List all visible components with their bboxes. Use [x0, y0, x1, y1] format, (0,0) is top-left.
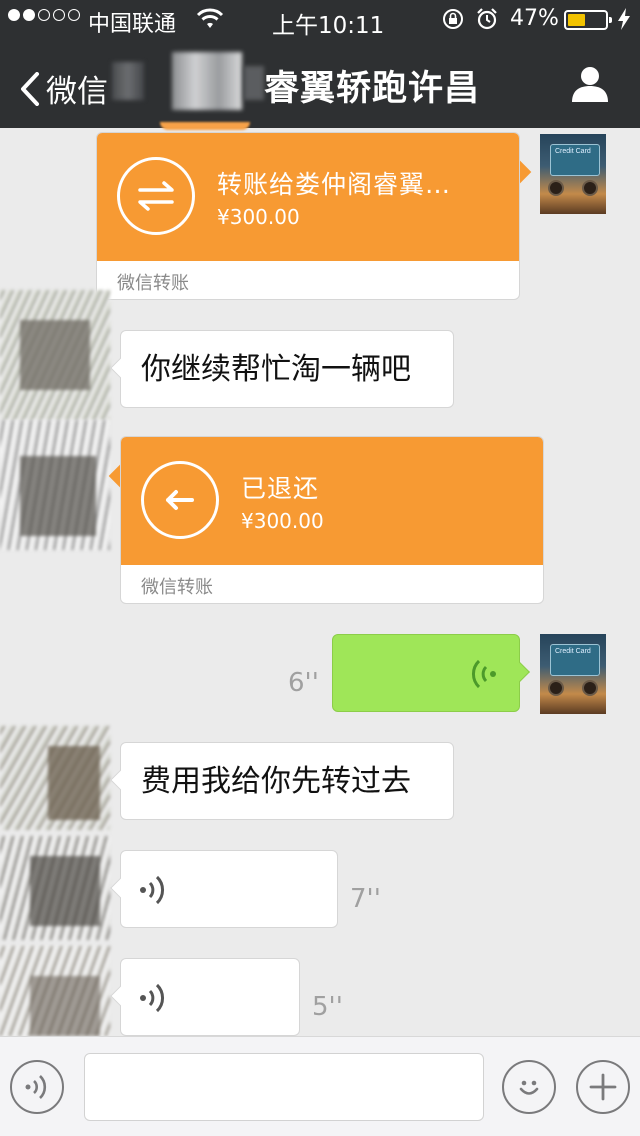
voice-input-icon — [25, 1075, 47, 1099]
redacted-blur — [112, 62, 144, 100]
voice-input-button[interactable] — [10, 1060, 64, 1114]
top-bar: 中国联通 上午10:11 47% 微信 睿翼轿跑许昌 — [0, 0, 640, 128]
transfer-amount: ¥300.00 — [241, 509, 324, 533]
person-icon[interactable] — [570, 64, 610, 104]
input-bar — [0, 1036, 640, 1136]
contact-avatar[interactable] — [0, 420, 110, 550]
nav-bar: 微信 睿翼轿跑许昌 — [0, 40, 640, 128]
charging-icon — [618, 8, 630, 30]
battery-percent: 47% — [510, 6, 559, 31]
transfer-title: 转账给娄仲阁睿翼… — [217, 170, 452, 199]
contact-avatar[interactable] — [0, 726, 110, 830]
voice-wave-icon — [472, 659, 496, 689]
status-bar: 中国联通 上午10:11 47% — [0, 0, 640, 40]
more-button[interactable] — [576, 1060, 630, 1114]
emoji-icon — [519, 1080, 539, 1095]
voice-bubble-received[interactable] — [110, 850, 338, 928]
transfer-arrows-icon — [117, 157, 195, 235]
voice-wave-icon — [140, 983, 164, 1013]
wifi-icon — [196, 8, 224, 28]
carrier-name: 中国联通 — [88, 12, 177, 37]
redacted-blur — [244, 66, 264, 100]
transfer-amount: ¥300.00 — [217, 205, 300, 229]
clock: 上午10:11 — [272, 13, 385, 39]
back-chevron-icon — [21, 71, 39, 106]
voice-duration: 7'' — [350, 884, 381, 914]
transfer-footer: 微信转账 — [117, 273, 189, 294]
battery-icon — [564, 10, 612, 30]
my-avatar[interactable]: Credit Card — [540, 634, 606, 714]
transfer-title: 已退还 — [241, 474, 320, 503]
plus-icon — [589, 1073, 617, 1101]
redacted-blur — [172, 52, 242, 110]
signal-strength — [8, 9, 80, 21]
chat-title: 睿翼轿跑许昌 — [264, 69, 481, 109]
message-bubble-received[interactable]: 费用我给你先转过去 — [110, 742, 454, 820]
return-arrow-icon — [141, 461, 219, 539]
message-text: 费用我给你先转过去 — [141, 764, 411, 799]
voice-bubble-received[interactable] — [110, 958, 300, 1036]
voice-duration: 5'' — [312, 992, 343, 1022]
previous-message-edge — [160, 122, 250, 130]
message-text: 你继续帮忙淘一辆吧 — [141, 352, 411, 387]
voice-bubble-sent[interactable] — [332, 634, 530, 712]
emoji-button[interactable] — [502, 1060, 556, 1114]
my-avatar[interactable]: Credit Card — [540, 134, 606, 214]
contact-avatar[interactable] — [0, 290, 110, 420]
message-bubble-received[interactable]: 你继续帮忙淘一辆吧 — [110, 330, 454, 408]
voice-duration: 6'' — [288, 668, 319, 698]
back-button[interactable]: 微信 — [20, 66, 108, 111]
back-label: 微信 — [46, 74, 108, 110]
battery-fill — [568, 14, 585, 26]
voice-wave-icon — [140, 875, 164, 905]
transfer-bubble-received[interactable]: 已退还 ¥300.00 微信转账 — [120, 436, 544, 604]
transfer-bubble-sent[interactable]: 转账给娄仲阁睿翼… ¥300.00 微信转账 — [96, 132, 520, 300]
message-input[interactable] — [84, 1053, 484, 1121]
lock-rotation-icon — [443, 9, 463, 29]
contact-avatar[interactable] — [0, 836, 110, 940]
alarm-icon — [477, 8, 497, 30]
transfer-footer: 微信转账 — [141, 577, 213, 598]
contact-avatar[interactable] — [0, 946, 110, 1036]
